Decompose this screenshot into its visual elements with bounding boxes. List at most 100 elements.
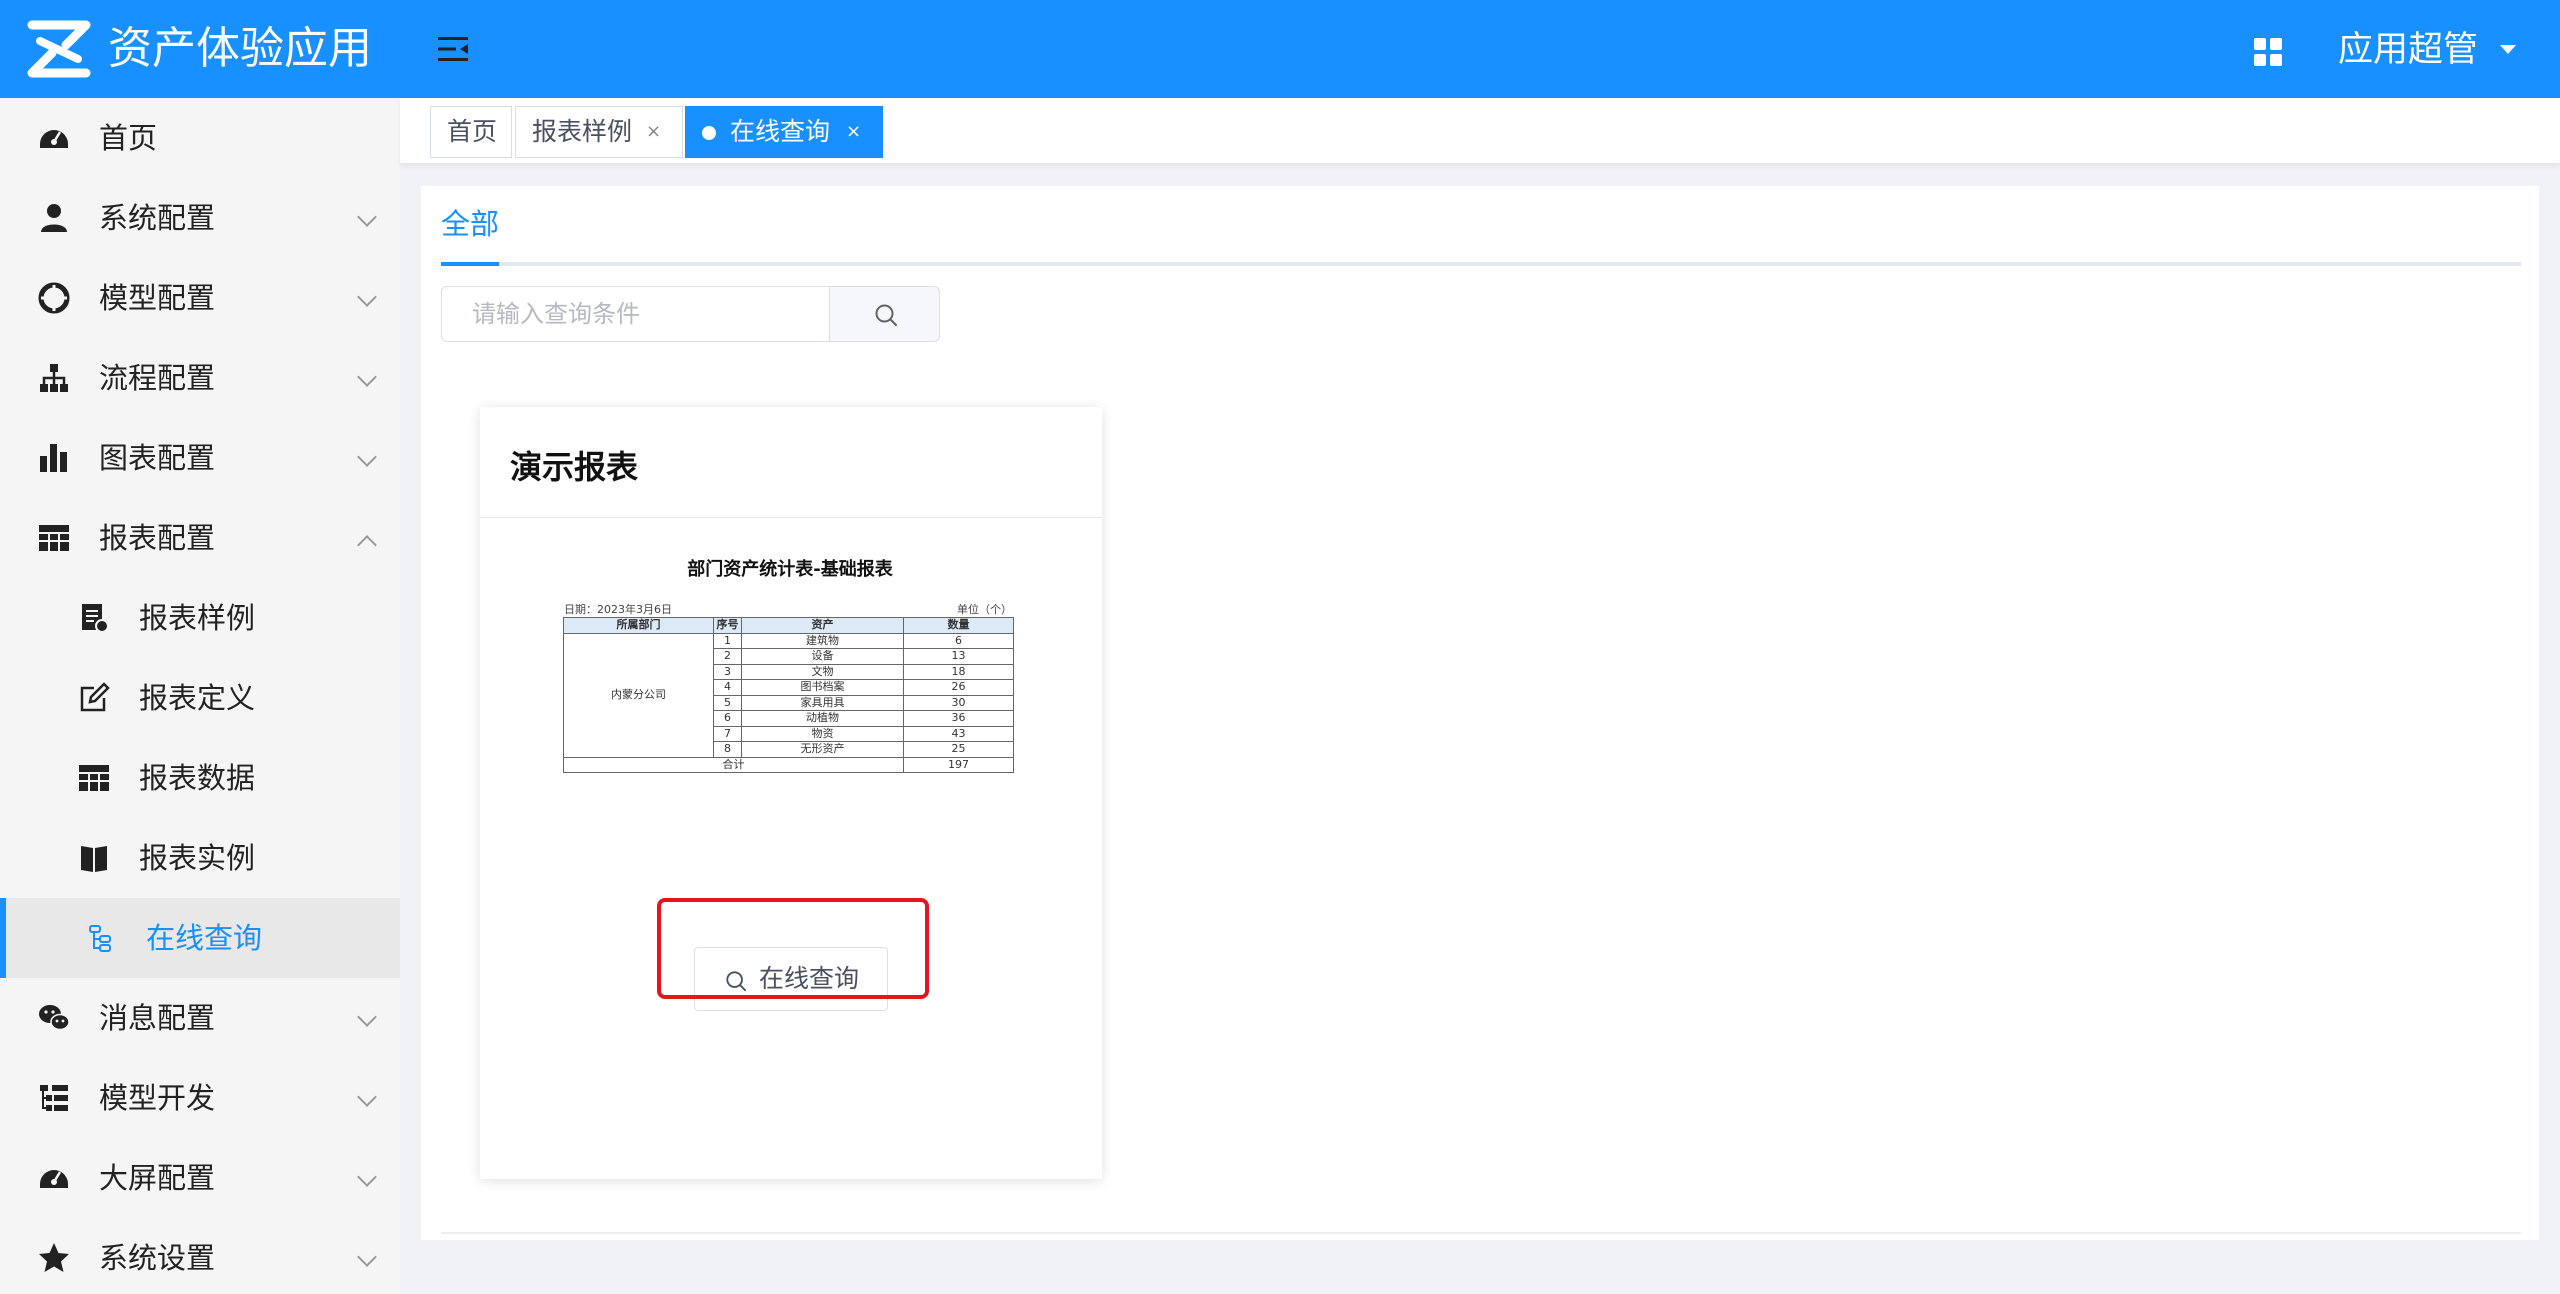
sidebar-item-label: 模型开发	[99, 1081, 216, 1115]
app-logo-icon	[27, 20, 91, 78]
report-preview-table: 所属部门 序号 资产 数量 内蒙分公司 1 建筑物 6 2 设备 13 3 文物…	[563, 617, 1014, 773]
table-cell: 1	[713, 632, 742, 649]
report-total-label: 合计	[563, 756, 904, 773]
table-cell: 26	[903, 679, 1014, 696]
table-cell: 7	[713, 725, 742, 742]
table-cell: 物资	[741, 725, 904, 742]
table-icon	[79, 765, 109, 791]
table-cell: 6	[713, 710, 742, 727]
sidebar-item-system-settings[interactable]: 系统设置	[0, 1218, 400, 1294]
table-cell: 43	[903, 725, 1014, 742]
sidebar-item-label: 报表实例	[139, 841, 256, 875]
sidebar-item-label: 模型配置	[99, 281, 216, 315]
sidebar-subitem-report-sample[interactable]: 报表样例	[0, 578, 400, 658]
tag-report-sample[interactable]: 报表样例 ×	[515, 106, 683, 158]
search-icon	[875, 304, 897, 326]
tag-online-query[interactable]: 在线查询 ×	[685, 106, 883, 158]
bar-chart-icon	[40, 444, 67, 472]
table-cell: 无形资产	[741, 741, 904, 758]
report-preview-image: 部门资产统计表-基础报表 日期：2023年3月6日 单位（个） 所属部门 序号 …	[560, 557, 1020, 773]
table-cell: 36	[903, 710, 1014, 727]
sidebar-item-model-dev[interactable]: 模型开发	[0, 1058, 400, 1138]
table-row-total: 合计 197	[563, 756, 1014, 773]
query-tree-icon	[89, 925, 111, 952]
sidebar-item-label: 报表配置	[99, 521, 216, 555]
chevron-down-icon	[357, 367, 377, 387]
tags-bar: 首页 报表样例 × 在线查询 ×	[400, 98, 2560, 164]
sidebar-item-report-config[interactable]: 报表配置	[0, 498, 400, 578]
table-cell: 文物	[741, 663, 904, 680]
active-dot-icon	[702, 126, 716, 140]
table-cell: 3	[713, 663, 742, 680]
main-content: 全部 演示报表 部门资产统计表-基础报表 日期：2023年3月6日 单位（个） …	[421, 186, 2539, 1240]
table-cell: 4	[713, 679, 742, 696]
sidebar-item-label: 系统设置	[99, 1241, 216, 1275]
sidebar-subitem-online-query[interactable]: 在线查询	[0, 898, 400, 978]
model-icon	[38, 282, 70, 314]
active-indicator	[0, 898, 6, 978]
report-department-cell: 内蒙分公司	[563, 632, 714, 758]
wechat-icon	[39, 1005, 70, 1031]
caret-down-icon[interactable]	[2500, 45, 2516, 54]
top-header: 资产体验应用 应用超管	[0, 0, 2560, 98]
tag-home[interactable]: 首页	[430, 106, 512, 158]
online-query-button[interactable]: 在线查询	[694, 947, 888, 1011]
table-cell: 25	[903, 741, 1014, 758]
sidebar-item-label: 流程配置	[99, 361, 216, 395]
table-cell: 2	[713, 648, 742, 665]
sidebar-item-label: 报表定义	[139, 681, 256, 715]
table-cell: 13	[903, 648, 1014, 665]
close-icon[interactable]: ×	[846, 107, 861, 157]
user-icon	[41, 204, 67, 232]
search-icon	[726, 971, 747, 992]
tag-label: 报表样例	[532, 117, 633, 146]
sidebar-toggle-icon[interactable]	[436, 33, 470, 65]
dashboard-icon	[40, 1170, 68, 1188]
table-cell: 18	[903, 663, 1014, 680]
sidebar-item-screen-config[interactable]: 大屏配置	[0, 1138, 400, 1218]
search-input[interactable]	[441, 286, 832, 342]
sidebar-item-chart-config[interactable]: 图表配置	[0, 418, 400, 498]
star-icon	[39, 1243, 69, 1272]
sidebar-subitem-report-data[interactable]: 报表数据	[0, 738, 400, 818]
book-icon	[81, 846, 107, 872]
apps-grid-icon[interactable]	[2254, 38, 2282, 66]
sidebar-item-label: 大屏配置	[99, 1161, 216, 1195]
table-cell: 5	[713, 694, 742, 711]
table-cell: 8	[713, 741, 742, 758]
sidebar-item-label: 在线查询	[146, 921, 263, 955]
table-cell: 动植物	[741, 710, 904, 727]
table-cell: 家具用具	[741, 694, 904, 711]
sitemap-icon	[40, 364, 68, 392]
report-header-row: 所属部门 序号 资产 数量	[563, 617, 1014, 634]
sidebar-subitem-report-definition[interactable]: 报表定义	[0, 658, 400, 738]
table-cell: 图书档案	[741, 679, 904, 696]
card-divider	[480, 517, 1102, 518]
sidebar-item-home[interactable]: 首页	[0, 98, 400, 178]
user-menu[interactable]: 应用超管	[2338, 22, 2478, 78]
tag-label: 在线查询	[730, 117, 831, 146]
search-button[interactable]	[829, 286, 940, 342]
report-card: 演示报表 部门资产统计表-基础报表 日期：2023年3月6日 单位（个） 所属部…	[480, 407, 1102, 1179]
sidebar-item-label: 报表数据	[139, 761, 256, 795]
sidebar-item-message-config[interactable]: 消息配置	[0, 978, 400, 1058]
table-row: 内蒙分公司 1 建筑物 6	[563, 632, 1014, 758]
close-icon[interactable]: ×	[646, 107, 661, 157]
report-header-cell: 数量	[903, 617, 1014, 634]
card-title: 演示报表	[510, 448, 639, 486]
chevron-down-icon	[357, 1167, 377, 1187]
report-total-value: 197	[903, 756, 1014, 773]
sidebar-item-system-config[interactable]: 系统配置	[0, 178, 400, 258]
tab-active-ink	[441, 262, 499, 266]
sidebar-item-label: 消息配置	[99, 1001, 216, 1035]
app-title: 资产体验应用	[108, 23, 372, 74]
sidebar-subitem-report-instance[interactable]: 报表实例	[0, 818, 400, 898]
sidebar-item-flow-config[interactable]: 流程配置	[0, 338, 400, 418]
sidebar-item-label: 首页	[99, 121, 158, 155]
tab-all[interactable]: 全部	[441, 204, 499, 244]
chevron-down-icon	[357, 1007, 377, 1027]
report-preview-meta: 日期：2023年3月6日 单位（个）	[560, 601, 1020, 617]
tabs-divider	[441, 262, 2521, 266]
report-preview-title: 部门资产统计表-基础报表	[687, 559, 893, 580]
sidebar-item-model-config[interactable]: 模型配置	[0, 258, 400, 338]
